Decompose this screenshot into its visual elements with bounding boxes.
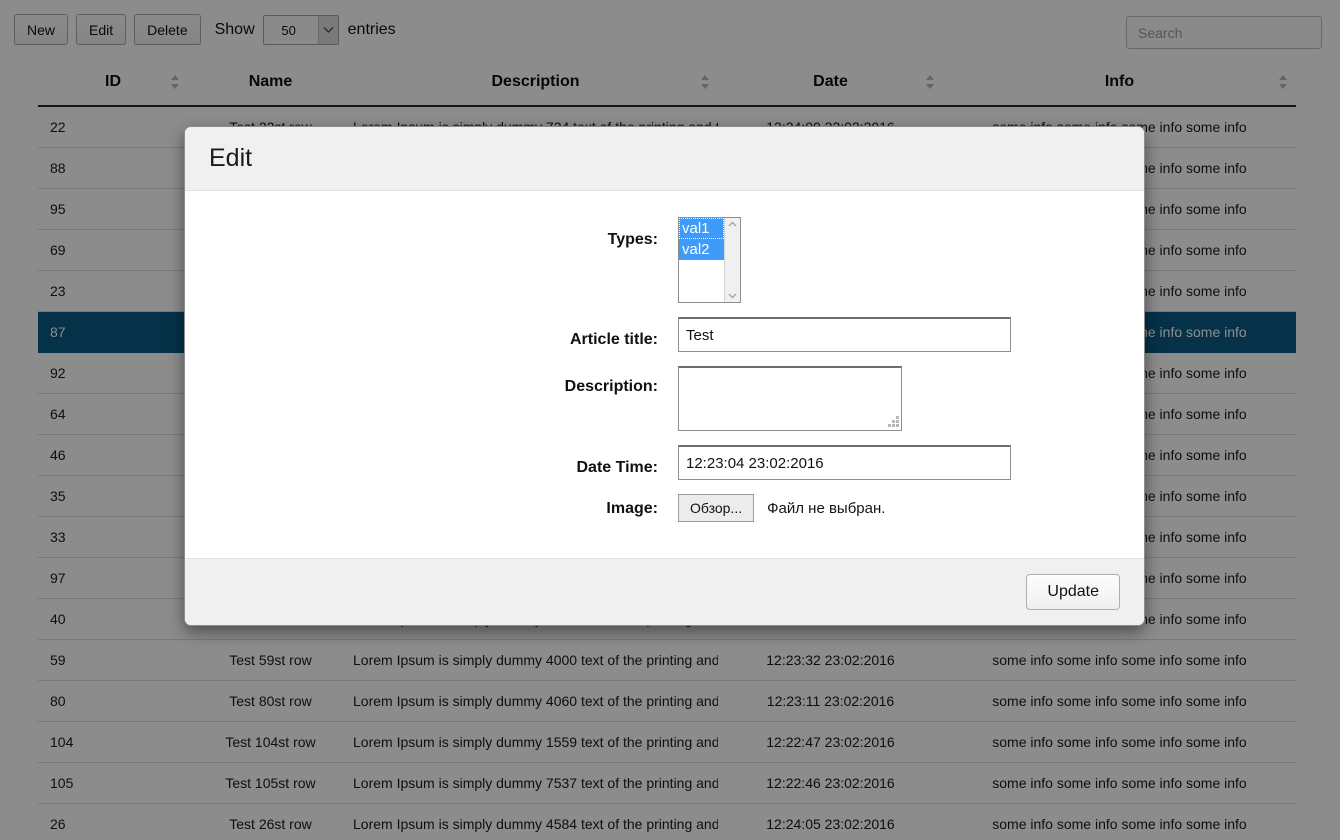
types-option-list: val1 val2 [679,218,724,302]
types-multiselect[interactable]: val1 val2 [678,217,741,303]
listbox-scrollbar[interactable] [724,218,740,302]
modal-body: Types: val1 val2 Article title: Test Des… [185,191,1144,558]
form-row-date-time: Date Time: [185,445,1144,480]
form-row-description: Description: [185,366,1144,431]
edit-modal-dialog: Edit Types: val1 val2 Article title: Tes… [184,126,1145,626]
date-time-label: Date Time: [576,459,658,476]
app-root: New Edit Delete Show 50 entries Search I… [0,0,1340,840]
date-time-input[interactable] [678,445,1011,480]
chevron-up-icon[interactable] [728,221,737,227]
modal-title: Edit [209,144,253,172]
description-label: Description: [564,378,658,395]
update-button[interactable]: Update [1026,574,1120,610]
form-row-types: Types: val1 val2 [185,217,1144,303]
types-label: Types: [607,231,658,248]
modal-header: Edit [185,127,1144,191]
file-selected-status: Файл не выбран. [767,499,886,517]
form-row-image: Image: Обзор... Файл не выбран. [185,494,1144,522]
types-option[interactable]: val2 [679,239,724,260]
article-title-label: Article title: [569,331,658,348]
browse-file-button[interactable]: Обзор... [678,494,755,522]
image-label: Image: [606,500,658,517]
form-row-article-title: Article title: [185,317,1144,352]
description-textarea[interactable] [678,366,902,431]
chevron-down-icon[interactable] [728,293,737,299]
modal-footer: Update [185,558,1144,625]
types-option[interactable]: val1 [679,218,724,239]
file-picker: Обзор... Файл не выбран. [678,494,1144,522]
article-title-input[interactable] [678,317,1011,352]
description-field-holder [678,366,902,431]
